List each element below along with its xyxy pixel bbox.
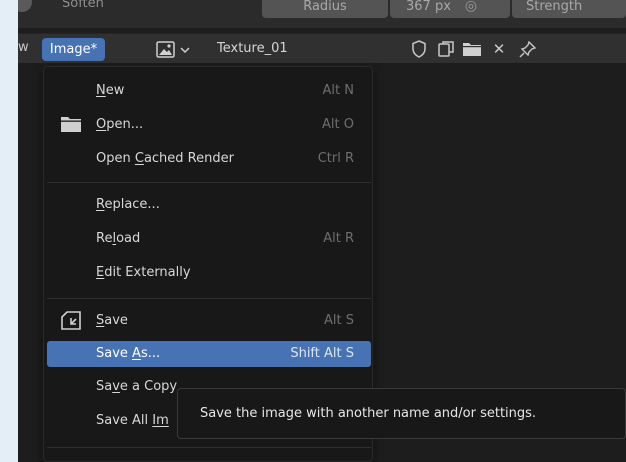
radius-value-field[interactable]: 367 px ◎: [390, 0, 510, 18]
folder-icon: [60, 115, 82, 135]
menu-item-reload-label: Reload: [96, 231, 141, 246]
menu-separator: [47, 182, 371, 183]
image-editor-window: Soften Radius 367 px ◎ Strength w Image*…: [18, 0, 626, 462]
shortcut-label: Alt R: [323, 231, 354, 246]
view-menu[interactable]: w: [18, 40, 29, 55]
menu-item-replace[interactable]: Replace...: [47, 192, 371, 218]
image-editor-header: w Image* Texture_01 ✕: [18, 33, 626, 63]
menu-item-open-cached-render-label: Open Cached Render: [96, 151, 234, 166]
menu-item-new[interactable]: New Alt N: [47, 78, 371, 104]
tooltip-text: Save the image with another name and/or …: [200, 406, 537, 421]
image-icon: [156, 40, 175, 58]
menu-item-reload[interactable]: Reload Alt R: [47, 226, 371, 252]
new-image-icon[interactable]: [436, 40, 456, 58]
close-icon[interactable]: ✕: [489, 40, 509, 58]
browse-image-button[interactable]: [156, 38, 206, 61]
tool-settings-bar: Soften Radius 367 px ◎ Strength: [18, 0, 626, 28]
menu-item-save-as[interactable]: Save As... Shift Alt S: [47, 341, 371, 367]
radius-label: Radius: [303, 0, 347, 14]
shortcut-label: Ctrl R: [317, 151, 354, 166]
radius-value: 367 px: [406, 0, 451, 14]
menu-item-save[interactable]: Save Alt S: [47, 308, 371, 334]
shortcut-label: Alt O: [322, 117, 354, 132]
folder-open-icon[interactable]: [462, 40, 482, 58]
menu-separator: [47, 447, 371, 448]
save-as-tooltip: Save the image with another name and/or …: [177, 388, 626, 439]
shortcut-label: Alt N: [322, 83, 354, 98]
menu-item-replace-label: Replace...: [96, 197, 160, 212]
menu-item-edit-externally-label: Edit Externally: [96, 265, 191, 280]
chevron-down-icon: [180, 46, 190, 53]
shortcut-label: Alt S: [324, 313, 354, 328]
pin-icon[interactable]: [518, 40, 538, 58]
pressure-icon[interactable]: ◎: [465, 0, 477, 14]
shortcut-label: Shift Alt S: [290, 346, 354, 361]
menu-item-new-label: New: [96, 83, 125, 98]
menu-item-save-a-copy-label: Save a Copy: [96, 379, 178, 394]
menu-item-open-label: Open...: [96, 117, 144, 132]
strength-field[interactable]: Strength: [512, 0, 626, 18]
menu-item-save-as-label: Save As...: [96, 346, 161, 361]
save-icon: [60, 311, 82, 331]
image-menu-label: Image*: [49, 42, 98, 57]
menu-item-save-label: Save: [96, 313, 128, 328]
image-menu-button[interactable]: Image*: [42, 38, 105, 61]
menu-separator: [47, 298, 371, 299]
strength-label: Strength: [526, 0, 583, 14]
brush-name-label: Soften: [62, 0, 104, 11]
menu-item-save-all-images-label: Save All Im: [96, 413, 169, 428]
radius-field[interactable]: Radius: [262, 0, 388, 18]
brush-circle-icon: [18, 0, 32, 12]
menu-item-open-cached-render[interactable]: Open Cached Render Ctrl R: [47, 146, 371, 172]
fake-user-shield-icon[interactable]: [409, 40, 429, 58]
menu-item-edit-externally[interactable]: Edit Externally: [47, 260, 371, 286]
image-name-field[interactable]: Texture_01: [217, 41, 288, 56]
menu-item-open[interactable]: Open... Alt O: [47, 112, 371, 138]
